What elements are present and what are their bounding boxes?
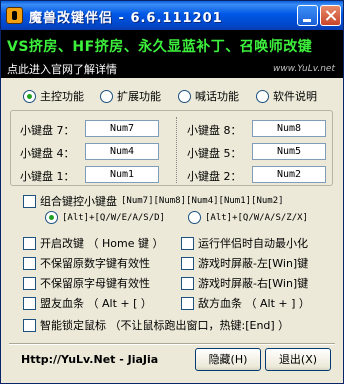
close-button[interactable] bbox=[320, 5, 341, 26]
tab-extend-function[interactable]: 扩展功能 bbox=[100, 88, 161, 104]
drop-number-keys-checkbox[interactable]: 不保留原数字键有效性 bbox=[23, 255, 150, 271]
combo-keypad-checkbox[interactable]: 组合键控小键盘 [Num7][Num8][Num4][Num1][Num2] bbox=[23, 193, 284, 209]
numpad7-label: 小键盘 7： bbox=[20, 124, 75, 137]
tab-label: 喊话功能 bbox=[195, 90, 239, 103]
option-label: 运行伴侣时自动最小化 bbox=[198, 237, 308, 250]
banner-headline: VS挤房、HF挤房、永久显蓝补丁、召唤师改键 bbox=[7, 39, 313, 55]
radio-icon bbox=[178, 89, 191, 103]
enable-remap-checkbox[interactable]: 开启改键 （ Home 键 ） bbox=[23, 235, 163, 251]
tab-label: 主控功能 bbox=[40, 90, 84, 103]
option-label: 开启改键 （ Home 键 ） bbox=[40, 237, 164, 250]
exit-button[interactable]: 退出(X) bbox=[265, 348, 331, 371]
main-window: 魔兽改键伴侣 - 6.6.111201 VS挤房、HF挤房、永久显蓝补丁、召唤师… bbox=[0, 0, 344, 384]
checkbox-icon bbox=[23, 276, 36, 290]
combo-option-qwaszx[interactable]: [Alt]+[Q/W/A/S/Z/X] bbox=[188, 211, 308, 224]
checkbox-icon bbox=[23, 318, 36, 332]
option-label: 敌方血条 （ Alt + ] ） bbox=[198, 297, 310, 310]
drop-letter-keys-checkbox[interactable]: 不保留原字母键有效性 bbox=[23, 275, 150, 291]
group-divider bbox=[176, 117, 177, 183]
title-bar[interactable]: 魔兽改键伴侣 - 6.6.111201 bbox=[1, 1, 343, 30]
radio-selected-icon bbox=[45, 211, 58, 224]
option-label: 不保留原字母键有效性 bbox=[40, 277, 150, 290]
numpad2-label: 小键盘 2： bbox=[187, 170, 242, 183]
option-label: 游戏时屏蔽-右[Win]键 bbox=[198, 277, 309, 290]
numpad1-field[interactable]: Num1 bbox=[85, 166, 159, 183]
checkbox-icon bbox=[181, 296, 194, 310]
tab-label: 扩展功能 bbox=[117, 90, 161, 103]
banner-link[interactable]: 点此进入官网了解详情 bbox=[7, 61, 117, 77]
combo-option-label: [Alt]+[Q/W/A/S/Z/X] bbox=[205, 212, 308, 223]
radio-icon bbox=[100, 89, 113, 103]
checkbox-icon bbox=[181, 276, 194, 290]
checkbox-icon bbox=[23, 236, 36, 250]
numpad4-field[interactable]: Num4 bbox=[85, 143, 159, 160]
option-label: 盟友血条 （ Alt + [ ） bbox=[40, 297, 152, 310]
ally-health-bar-checkbox[interactable]: 盟友血条 （ Alt + [ ） bbox=[23, 295, 152, 311]
app-icon bbox=[6, 7, 23, 24]
radio-icon bbox=[256, 89, 269, 103]
footer-divider bbox=[9, 343, 335, 345]
hide-button[interactable]: 隐藏(H) bbox=[195, 348, 261, 371]
numpad7-field[interactable]: Num7 bbox=[85, 120, 159, 137]
radio-selected-icon bbox=[23, 89, 36, 103]
block-left-win-checkbox[interactable]: 游戏时屏蔽-左[Win]键 bbox=[181, 255, 308, 271]
combo-option-qweasd[interactable]: [Alt]+[Q/W/E/A/S/D] bbox=[45, 211, 165, 224]
promo-banner[interactable]: VS挤房、HF挤房、永久显蓝补丁、召唤师改键 点此进入官网了解详情 www.Yu… bbox=[1, 30, 343, 78]
option-label: 游戏时屏蔽-左[Win]键 bbox=[198, 257, 309, 270]
tab-label: 软件说明 bbox=[273, 90, 317, 103]
block-right-win-checkbox[interactable]: 游戏时屏蔽-右[Win]键 bbox=[181, 275, 308, 291]
checkbox-icon bbox=[23, 296, 36, 310]
option-label: 智能锁定鼠标 （不让鼠标跑出窗口，热键:[End] ） bbox=[40, 319, 290, 332]
radio-icon bbox=[188, 211, 201, 224]
option-label: 不保留原数字键有效性 bbox=[40, 257, 150, 270]
footer-url: Http://YuLv.Net - JiaJia bbox=[21, 353, 159, 366]
auto-minimize-checkbox[interactable]: 运行伴侣时自动最小化 bbox=[181, 235, 308, 251]
banner-site: www.YuLv.net bbox=[273, 64, 335, 74]
numpad8-label: 小键盘 8： bbox=[187, 124, 242, 137]
tab-software-help[interactable]: 软件说明 bbox=[256, 88, 317, 104]
function-tabs: 主控功能 扩展功能 喊话功能 软件说明 bbox=[1, 84, 343, 106]
tab-shout-function[interactable]: 喊话功能 bbox=[178, 88, 239, 104]
numpad2-field[interactable]: Num2 bbox=[252, 166, 326, 183]
checkbox-icon bbox=[181, 256, 194, 270]
combo-label: 组合键控小键盘 bbox=[40, 195, 117, 208]
checkbox-icon bbox=[23, 194, 36, 208]
numpad1-label: 小键盘 1： bbox=[20, 170, 75, 183]
smart-mouse-lock-checkbox[interactable]: 智能锁定鼠标 （不让鼠标跑出窗口，热键:[End] ） bbox=[23, 317, 289, 333]
combo-option-label: [Alt]+[Q/W/E/A/S/D] bbox=[62, 212, 165, 223]
numpad5-field[interactable]: Num5 bbox=[252, 143, 326, 160]
numpad5-label: 小键盘 5： bbox=[187, 147, 242, 160]
window-title: 魔兽改键伴侣 - 6.6.111201 bbox=[29, 11, 223, 26]
enemy-health-bar-checkbox[interactable]: 敌方血条 （ Alt + ] ） bbox=[181, 295, 310, 311]
checkbox-icon bbox=[181, 236, 194, 250]
combo-keys: [Num7][Num8][Num4][Num1][Num2] bbox=[121, 196, 284, 206]
numpad8-field[interactable]: Num8 bbox=[252, 120, 326, 137]
minimize-button[interactable] bbox=[297, 5, 318, 26]
checkbox-icon bbox=[23, 256, 36, 270]
tab-main-function[interactable]: 主控功能 bbox=[23, 88, 84, 104]
numpad4-label: 小键盘 4： bbox=[20, 147, 75, 160]
